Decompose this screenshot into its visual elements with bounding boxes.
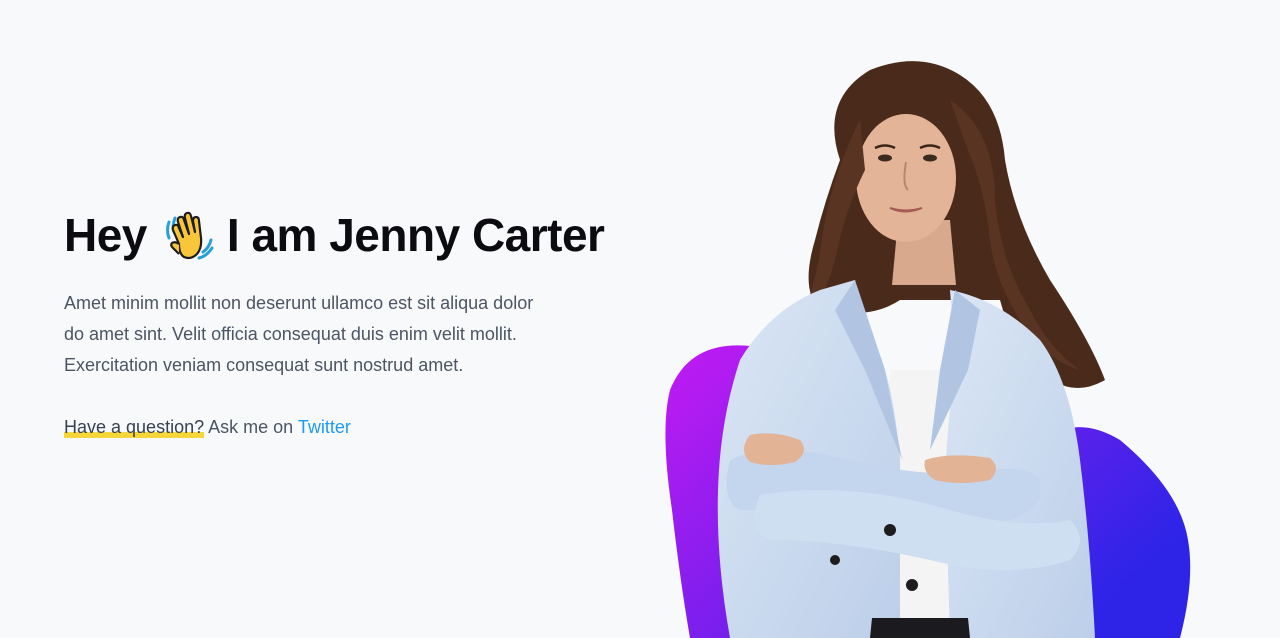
profile-photo bbox=[650, 40, 1210, 638]
contact-middle-text: Ask me on bbox=[204, 417, 298, 437]
waving-hand-icon bbox=[163, 208, 215, 262]
woman-portrait bbox=[717, 61, 1105, 638]
contact-line: Have a question? Ask me on Twitter bbox=[64, 414, 664, 440]
hero-title-greeting: Hey bbox=[64, 209, 147, 261]
twitter-link[interactable]: Twitter bbox=[298, 417, 351, 437]
contact-highlight: Have a question? bbox=[64, 417, 205, 438]
hero-title-name: I am Jenny Carter bbox=[226, 209, 605, 261]
hero-title: Hey I am Jenny Carter bbox=[64, 204, 664, 266]
hero-text-block: Hey I am Jenny Carter Amet minim mollit … bbox=[64, 204, 664, 440]
hero-description: Amet minim mollit non deserunt ullamco e… bbox=[64, 293, 534, 375]
hero-section: Hey I am Jenny Carter Amet minim mollit … bbox=[0, 0, 1280, 638]
